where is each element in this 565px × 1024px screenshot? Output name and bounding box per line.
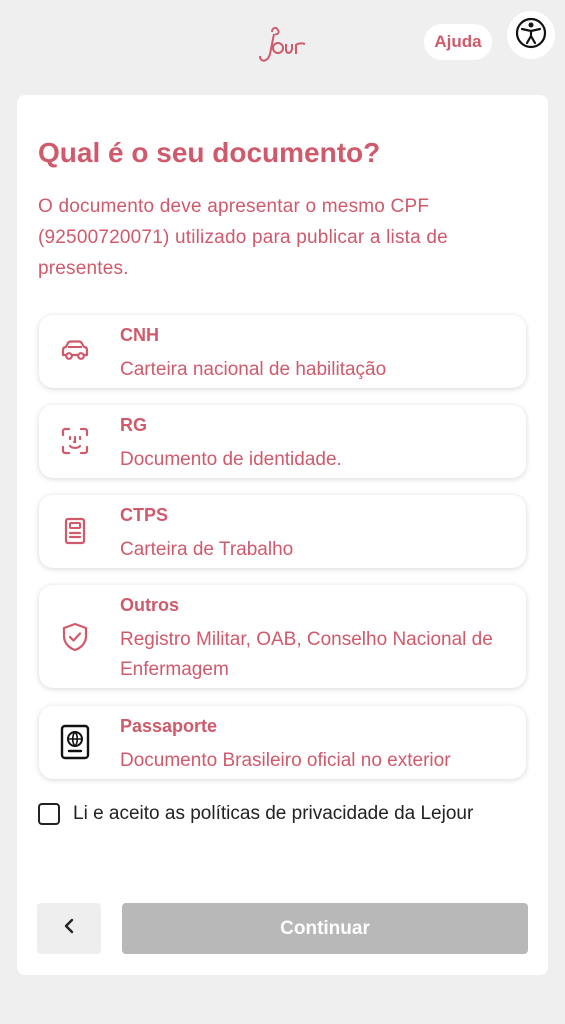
option-title: RG xyxy=(120,415,147,435)
accessibility-icon xyxy=(514,16,548,55)
chevron-left-icon xyxy=(62,917,76,940)
privacy-consent[interactable]: Li e aceito as políticas de privacidade … xyxy=(38,801,473,827)
option-passaporte[interactable]: Passaporte Documento Brasileiro oficial … xyxy=(39,706,526,779)
option-cnh[interactable]: CNH Carteira nacional de habilitação xyxy=(39,315,526,388)
option-outros[interactable]: Outros Registro Militar, OAB, Conselho N… xyxy=(39,585,526,688)
option-description: Documento Brasileiro oficial no exterior xyxy=(120,750,451,771)
option-description: Registro Militar, OAB, Conselho Nacional… xyxy=(120,629,493,680)
option-title: Passaporte xyxy=(120,716,218,736)
privacy-checkbox[interactable] xyxy=(38,803,60,825)
continue-button[interactable]: Continuar xyxy=(122,903,528,954)
option-title: CNH xyxy=(120,325,159,345)
document-card: Qual é o seu documento? O documento deve… xyxy=(17,95,548,975)
car-icon xyxy=(57,333,93,369)
help-button[interactable]: Ajuda xyxy=(424,24,492,60)
lejour-logo xyxy=(250,18,312,68)
option-title: CTPS xyxy=(120,505,169,525)
shield-check-icon xyxy=(57,619,93,655)
option-description: Carteira de Trabalho xyxy=(120,539,294,560)
option-rg[interactable]: RG Documento de identidade. xyxy=(39,405,526,478)
passport-icon xyxy=(57,724,93,760)
page-title: Qual é o seu documento? xyxy=(38,137,381,168)
work-card-icon xyxy=(57,513,93,549)
top-bar: Ajuda xyxy=(0,0,565,90)
back-button[interactable] xyxy=(37,903,101,954)
option-ctps[interactable]: CTPS Carteira de Trabalho xyxy=(39,495,526,568)
option-title: Outros xyxy=(120,595,180,615)
accessibility-button[interactable] xyxy=(507,11,555,59)
option-description: Carteira nacional de habilitação xyxy=(120,359,387,380)
page-subtitle: O documento deve apresentar o mesmo CPF … xyxy=(38,196,448,279)
option-description: Documento de identidade. xyxy=(120,449,342,470)
face-id-icon xyxy=(57,423,93,459)
privacy-consent-label: Li e aceito as políticas de privacidade … xyxy=(73,803,474,824)
